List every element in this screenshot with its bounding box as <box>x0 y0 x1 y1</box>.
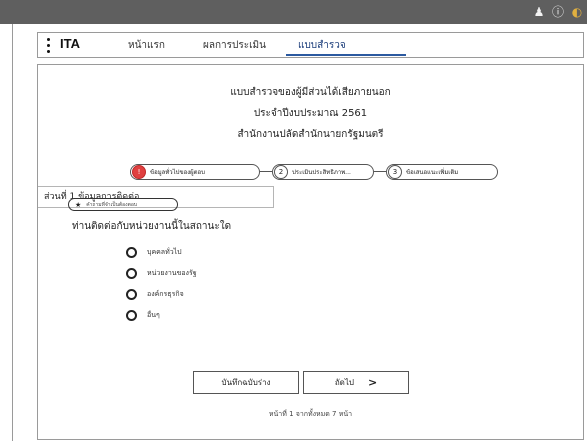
app-logo-icon[interactable]: ◐ <box>569 4 585 20</box>
tab-survey[interactable]: แบบสำรวจ <box>298 38 346 53</box>
radio-button[interactable] <box>126 246 137 258</box>
brand-logo[interactable]: ITA <box>60 36 80 51</box>
step-3-number: 3 <box>388 165 402 179</box>
app-window: ITA หน้าแรก ผลการประเมิน แบบสำรวจ แบบสำร… <box>12 24 587 441</box>
active-tab-indicator <box>286 54 406 56</box>
step-2-number: 2 <box>274 165 288 179</box>
star-icon: ★ <box>75 200 82 209</box>
step-3[interactable]: 3 ข้อเสนอแนะเพิ่มเติม <box>386 164 498 180</box>
step-2[interactable]: 2 ประเมินประสิทธิภาพ... <box>272 164 374 180</box>
question-text: ท่านติดต่อกับหน่วยงานนี้ในสถานะใด <box>72 221 232 232</box>
radio-label: อื่นๆ <box>147 310 160 319</box>
navbar: ITA หน้าแรก ผลการประเมิน แบบสำรวจ <box>37 32 584 58</box>
radio-button[interactable] <box>126 309 137 321</box>
step-connector <box>260 171 272 172</box>
radio-option[interactable]: บุคคลทั่วไป <box>126 245 182 259</box>
radio-option[interactable]: องค์กรธุรกิจ <box>126 287 184 301</box>
survey-panel: แบบสำรวจของผู้มีส่วนได้เสียภายนอก ประจำป… <box>37 64 584 440</box>
info-icon[interactable]: ⓘ <box>550 4 566 20</box>
save-draft-button[interactable]: บันทึกฉบับร่าง <box>193 371 299 394</box>
step-1-number: ! <box>132 165 146 179</box>
user-icon[interactable]: ♟ <box>531 4 547 20</box>
chevron-right-icon: > <box>367 376 378 389</box>
step-1[interactable]: ! ข้อมูลทั่วไปของผู้ตอบ <box>130 164 260 180</box>
required-badge: ★ คำถามที่จำเป็นต้องตอบ <box>68 198 178 211</box>
required-badge-label: คำถามที่จำเป็นต้องตอบ <box>86 201 138 208</box>
radio-option[interactable]: อื่นๆ <box>126 308 160 322</box>
radio-button[interactable] <box>126 267 137 279</box>
radio-label: บุคคลทั่วไป <box>147 247 182 256</box>
survey-title: แบบสำรวจของผู้มีส่วนได้เสียภายนอก <box>230 87 391 98</box>
step-connector <box>374 171 386 172</box>
radio-label: หน่วยงานของรัฐ <box>147 268 197 277</box>
system-bar: ♟ ⓘ ◐ <box>0 0 587 24</box>
radio-option[interactable]: หน่วยงานของรัฐ <box>126 266 197 280</box>
radio-button[interactable] <box>126 288 137 300</box>
radio-label: องค์กรธุรกิจ <box>147 289 184 298</box>
next-button[interactable]: ถัดไป > <box>303 371 409 394</box>
menu-icon[interactable] <box>44 36 52 54</box>
survey-fiscal-year: ประจำปีงบประมาณ 2561 <box>253 108 368 119</box>
page-indicator: หน้าที่ 1 จากทั้งหมด 7 หน้า <box>268 410 353 418</box>
step-3-label: ข้อเสนอแนะเพิ่มเติม <box>406 169 459 176</box>
tab-results[interactable]: ผลการประเมิน <box>203 38 266 53</box>
tab-home[interactable]: หน้าแรก <box>128 38 165 53</box>
survey-agency: สำนักงานปลัดสำนักนายกรัฐมนตรี <box>237 129 384 140</box>
step-2-label: ประเมินประสิทธิภาพ... <box>292 169 351 176</box>
next-button-label: ถัดไป <box>334 378 354 387</box>
step-1-label: ข้อมูลทั่วไปของผู้ตอบ <box>150 169 205 176</box>
